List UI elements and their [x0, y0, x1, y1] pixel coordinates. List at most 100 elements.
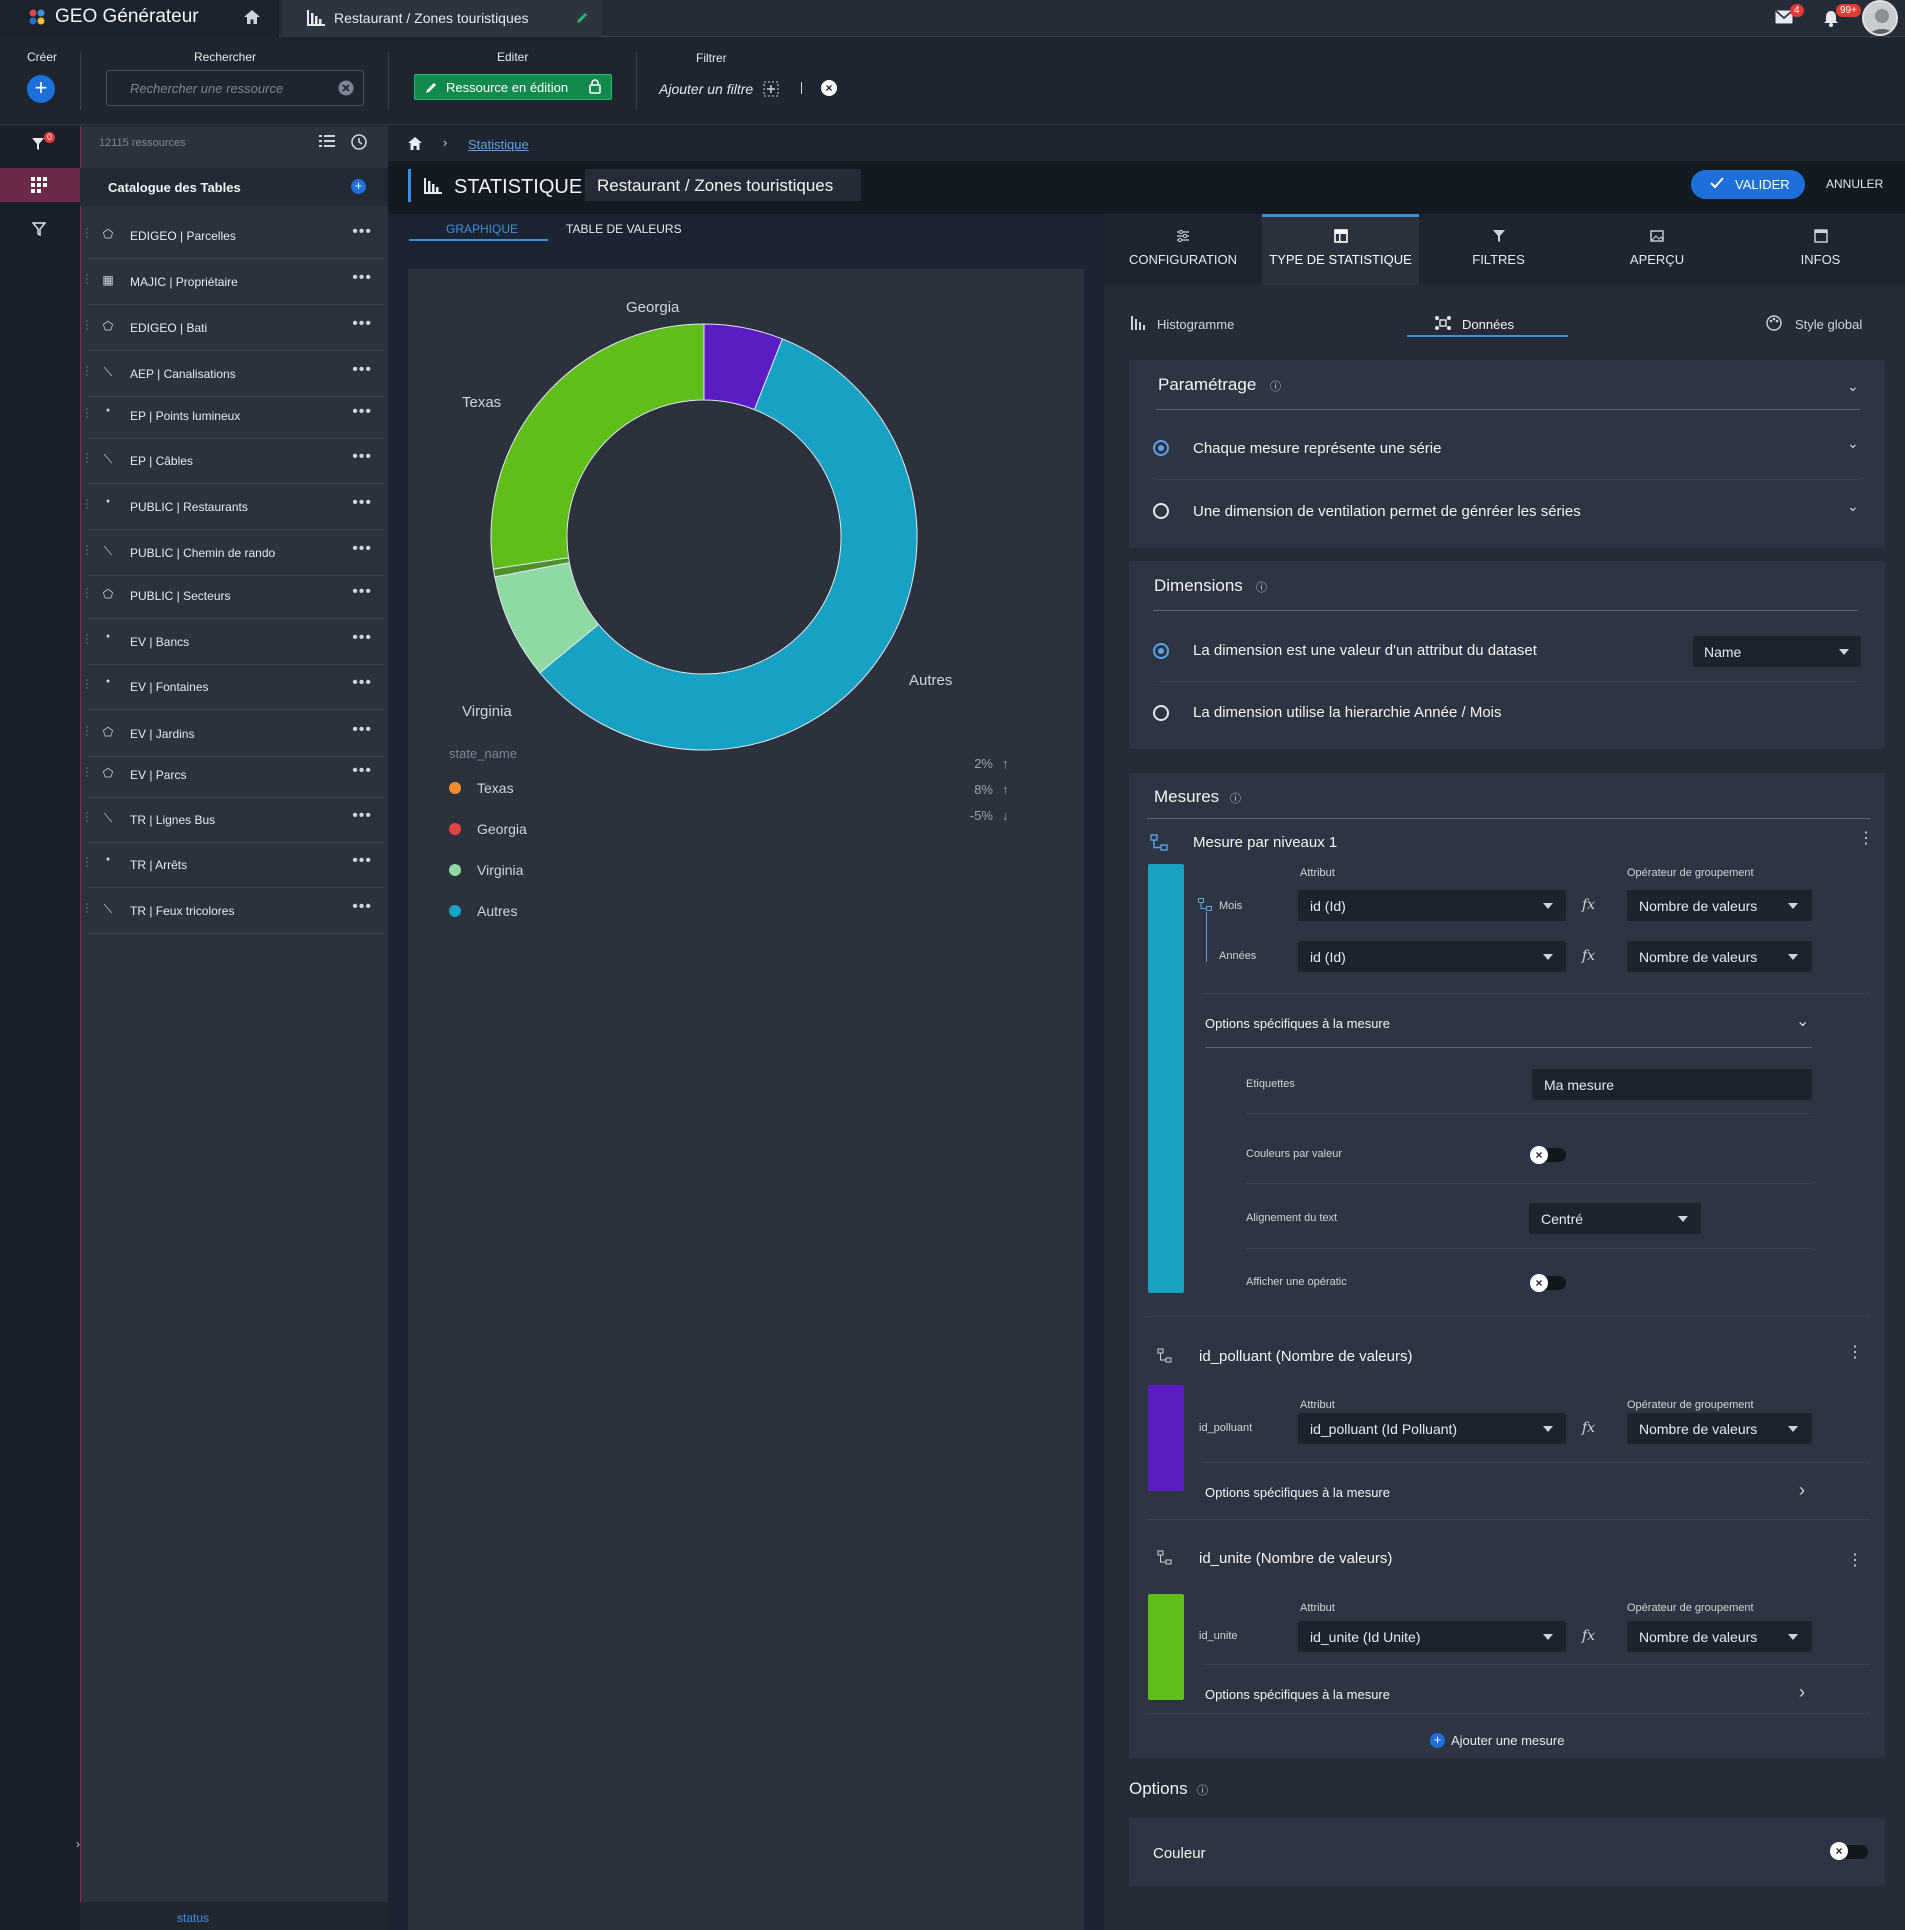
more-vert-icon[interactable]: ⋮: [1858, 828, 1874, 848]
more-horiz-icon[interactable]: •••: [352, 583, 372, 601]
help-icon[interactable]: ⓘ: [1270, 378, 1281, 394]
more-horiz-icon[interactable]: •••: [352, 540, 372, 558]
drag-handle-icon[interactable]: [85, 365, 89, 377]
chevron-down-icon[interactable]: ⌄: [1847, 498, 1859, 515]
drag-handle-icon[interactable]: [85, 544, 89, 556]
pencil-icon[interactable]: [575, 11, 589, 25]
add-table-button[interactable]: +: [351, 179, 366, 194]
radio-hierarchy-dimension[interactable]: [1153, 705, 1169, 721]
radio-measure-series[interactable]: [1153, 440, 1169, 456]
breadcrumb-link[interactable]: Statistique: [468, 137, 529, 152]
legend-label[interactable]: Autres: [477, 903, 517, 919]
filter-icon[interactable]: [31, 137, 45, 151]
expand-panel-icon[interactable]: ›: [76, 1837, 80, 1851]
cancel-button[interactable]: ANNULER: [1826, 177, 1883, 191]
legend-label[interactable]: Virginia: [477, 862, 523, 878]
drag-handle-icon[interactable]: [85, 811, 89, 823]
home-icon[interactable]: [407, 136, 423, 151]
catalog-item[interactable]: ● EV | Fontaines •••: [85, 664, 384, 710]
chevron-down-icon[interactable]: ⌄: [1796, 1011, 1809, 1031]
drag-handle-icon[interactable]: [85, 633, 89, 645]
formula-icon[interactable]: fx: [1582, 897, 1595, 913]
catalog-item[interactable]: ⬠ EV | Parcs •••: [85, 752, 384, 798]
config-tab-aperçu[interactable]: APERÇU: [1578, 228, 1736, 267]
more-horiz-icon[interactable]: •••: [352, 403, 372, 421]
more-horiz-icon[interactable]: •••: [352, 448, 372, 466]
more-vert-icon[interactable]: ⋮: [1847, 1342, 1863, 1362]
catalog-item[interactable]: ● EP | Points lumineux •••: [85, 393, 384, 439]
more-horiz-icon[interactable]: •••: [352, 852, 372, 870]
help-icon[interactable]: ⓘ: [1230, 790, 1241, 806]
catalog-item[interactable]: ● PUBLIC | Restaurants •••: [85, 484, 384, 530]
add-filter-icon[interactable]: [763, 81, 779, 97]
drag-handle-icon[interactable]: [85, 498, 89, 510]
legend-label[interactable]: Georgia: [477, 821, 527, 837]
more-horiz-icon[interactable]: •••: [352, 494, 372, 512]
more-horiz-icon[interactable]: •••: [352, 762, 372, 780]
subtab-global-style[interactable]: Style global: [1795, 317, 1862, 332]
drag-handle-icon[interactable]: [85, 319, 89, 331]
catalog-item[interactable]: ⟍ EP | Câbles •••: [85, 438, 384, 484]
catalog-item[interactable]: ⬠ EDIGEO | Bati •••: [85, 305, 384, 351]
add-measure-button[interactable]: Ajouter une mesure: [1451, 1733, 1564, 1748]
drag-handle-icon[interactable]: [85, 407, 89, 419]
clear-filters-button[interactable]: ×: [821, 80, 837, 96]
catalog-item[interactable]: ● TR | Arrêts •••: [85, 842, 384, 888]
config-tab-filtres[interactable]: FILTRES: [1419, 228, 1578, 267]
measure-1-color[interactable]: [1148, 864, 1184, 1293]
catalog-item[interactable]: ⬠ EV | Jardins •••: [85, 711, 384, 757]
donut-slice-texas[interactable]: [490, 323, 705, 570]
drag-handle-icon[interactable]: [85, 766, 89, 778]
subtab-histogram[interactable]: Histogramme: [1157, 317, 1234, 332]
catalog-item[interactable]: ⬠ PUBLIC | Secteurs •••: [85, 573, 384, 619]
catalog-item[interactable]: ● EV | Bancs •••: [85, 619, 384, 665]
help-icon[interactable]: ⓘ: [1197, 1782, 1208, 1798]
tab-graph[interactable]: GRAPHIQUE: [446, 222, 518, 236]
add-measure-icon[interactable]: +: [1430, 1733, 1445, 1748]
drag-handle-icon[interactable]: [85, 587, 89, 599]
measure-3-options-title[interactable]: Options spécifiques à la mesure: [1205, 1687, 1390, 1702]
create-button[interactable]: +: [27, 75, 55, 103]
home-icon[interactable]: [243, 9, 261, 25]
subtab-data[interactable]: Données: [1462, 317, 1514, 332]
measure-2-options-title[interactable]: Options spécifiques à la mesure: [1205, 1485, 1390, 1500]
drag-handle-icon[interactable]: [85, 452, 89, 464]
chevron-down-icon[interactable]: ⌄: [1847, 378, 1859, 395]
drag-handle-icon[interactable]: [85, 856, 89, 868]
catalog-item[interactable]: ⟍ PUBLIC | Chemin de rando •••: [85, 530, 384, 576]
add-filter-link[interactable]: Ajouter un filtre: [659, 81, 753, 97]
more-horiz-icon[interactable]: •••: [352, 674, 372, 692]
funnel-icon[interactable]: [32, 222, 46, 237]
list-view-icon[interactable]: [319, 134, 335, 148]
avatar[interactable]: [1862, 0, 1898, 36]
formula-icon[interactable]: fx: [1582, 1628, 1595, 1644]
more-horiz-icon[interactable]: •••: [352, 315, 372, 333]
measure-2-color[interactable]: [1148, 1385, 1184, 1491]
tab-value-table[interactable]: TABLE DE VALEURS: [566, 222, 682, 236]
drag-handle-icon[interactable]: [85, 725, 89, 737]
more-horiz-icon[interactable]: •••: [352, 361, 372, 379]
config-tab-configuration[interactable]: CONFIGURATION: [1104, 228, 1262, 267]
radio-ventilation-dimension[interactable]: [1153, 503, 1169, 519]
catalog-item[interactable]: ⬠ EDIGEO | Parcelles •••: [85, 213, 384, 259]
more-horiz-icon[interactable]: •••: [352, 223, 372, 241]
chevron-down-icon[interactable]: ⌄: [1847, 435, 1859, 452]
catalog-item[interactable]: ⟍ AEP | Canalisations •••: [85, 351, 384, 397]
chevron-right-icon[interactable]: ›: [1799, 1480, 1805, 1501]
more-horiz-icon[interactable]: •••: [352, 269, 372, 287]
formula-icon[interactable]: fx: [1582, 1420, 1595, 1436]
radio-attribute-dimension[interactable]: [1153, 643, 1169, 659]
more-horiz-icon[interactable]: •••: [352, 807, 372, 825]
config-tab-type-de-statistique[interactable]: TYPE DE STATISTIQUE: [1262, 228, 1419, 267]
measure-3-color[interactable]: [1148, 1594, 1184, 1700]
catalog-item[interactable]: ⟍ TR | Lignes Bus •••: [85, 797, 384, 843]
more-horiz-icon[interactable]: •••: [352, 898, 372, 916]
history-icon[interactable]: [350, 133, 368, 151]
more-vert-icon[interactable]: ⋮: [1847, 1550, 1863, 1570]
drag-handle-icon[interactable]: [85, 227, 89, 239]
config-tab-infos[interactable]: INFOS: [1736, 228, 1905, 267]
legend-label[interactable]: Texas: [477, 780, 514, 796]
more-horiz-icon[interactable]: •••: [352, 629, 372, 647]
drag-handle-icon[interactable]: [85, 902, 89, 914]
catalog-item[interactable]: ▦ MAJIC | Propriétaire •••: [85, 259, 384, 305]
